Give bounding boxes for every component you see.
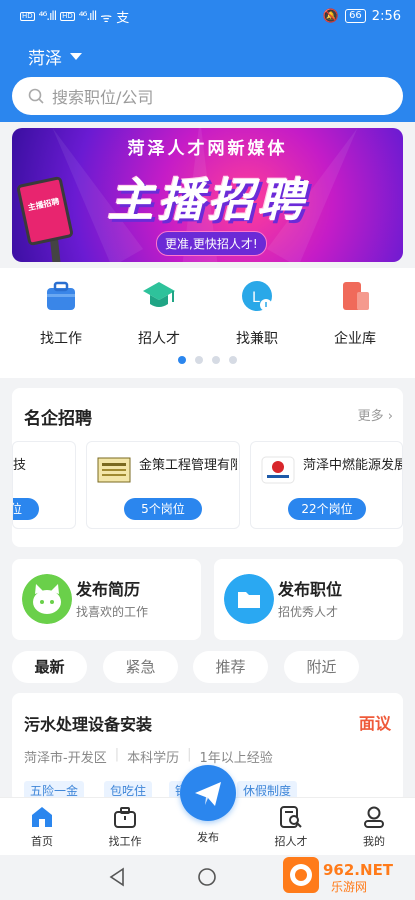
company-card[interactable]: 技 位: [12, 441, 76, 529]
quick-link-company-library[interactable]: 企业库: [315, 278, 395, 348]
more-link[interactable]: 更多 ›: [358, 405, 393, 424]
company-name: 金策工程管理有限: [139, 458, 237, 473]
city-label: 菏泽: [28, 49, 62, 69]
search-icon: [28, 88, 44, 104]
grad-cap-icon: [143, 282, 175, 307]
job-education: 本科学历: [127, 751, 180, 766]
publish-subtitle: 招优秀人才: [278, 605, 339, 619]
watermark-sub: 乐游网: [331, 880, 367, 894]
company-logo: [261, 456, 295, 484]
company-name: 菏泽中燃能源发展: [303, 458, 403, 473]
tab-label: 我的: [363, 835, 385, 848]
signal-icon-1: ⁴⁶.ıll: [38, 9, 57, 23]
banner-slogan: 更准,更快招人才!: [156, 231, 267, 256]
battery-icon: 66: [345, 9, 366, 23]
tab-latest[interactable]: 最新: [12, 651, 87, 683]
gimbal-stick: [49, 237, 63, 262]
tab-recruit[interactable]: 招人才: [256, 804, 326, 849]
chevron-down-icon: [70, 53, 82, 60]
parttime-icon: L: [242, 281, 272, 311]
company-jobs-button[interactable]: 5个岗位: [124, 498, 202, 520]
resume-icon: [22, 574, 72, 624]
quick-link-label: 找兼职: [236, 331, 278, 347]
quick-link-label: 招人才: [138, 331, 180, 347]
publish-job-card[interactable]: 发布职位 招优秀人才: [214, 559, 403, 640]
hd-badge-1: HD: [20, 11, 35, 21]
quick-link-find-job[interactable]: 找工作: [21, 278, 101, 348]
publish-subtitle: 找喜欢的工作: [76, 605, 149, 619]
job-title: 污水处理设备安装: [24, 715, 153, 734]
company-logo: [97, 457, 131, 483]
carousel-indicator: [0, 356, 415, 364]
company-card[interactable]: 菏泽中燃能源发展 22个岗位: [250, 441, 403, 529]
section-title: 名企招聘: [24, 409, 92, 429]
tab-label: 招人才: [274, 835, 308, 848]
status-bar: HD ⁴⁶.ıll HD ⁴⁶.ıll ᯤ 支 🔕 66 2:56: [0, 0, 415, 32]
tab-recommended[interactable]: 推荐: [193, 651, 268, 683]
publish-resume-card[interactable]: 发布简历 找喜欢的工作: [12, 559, 201, 640]
company-name: 技: [13, 458, 27, 473]
carousel-dot[interactable]: [178, 356, 186, 364]
job-experience: 1年以上经验: [199, 751, 273, 766]
carousel-dot[interactable]: [212, 356, 220, 364]
job-salary: 面议: [358, 714, 391, 733]
company-card[interactable]: 金策工程管理有限 5个岗位: [86, 441, 240, 529]
search-input[interactable]: 搜索职位/公司: [12, 77, 403, 115]
mute-icon: 🔕: [322, 8, 340, 24]
banner-line1: 菏泽人才网新媒体: [127, 139, 288, 159]
signal-icon-2: ⁴⁶.ıll: [78, 9, 97, 23]
folder-icon: [224, 574, 274, 624]
send-icon: [195, 782, 221, 806]
home-button-icon[interactable]: [197, 867, 217, 887]
publish-fab[interactable]: [180, 765, 236, 821]
tab-mine[interactable]: 我的: [339, 804, 409, 849]
back-icon[interactable]: [108, 867, 128, 887]
tab-nearby[interactable]: 附近: [284, 651, 359, 683]
watermark-logo: 962.NET 乐游网: [283, 857, 394, 894]
quick-link-label: 找工作: [40, 331, 82, 347]
publish-title: 发布职位: [278, 580, 343, 599]
tab-urgent[interactable]: 紧急: [103, 651, 178, 683]
quick-link-label: 企业库: [334, 331, 376, 347]
hd-badge-2: HD: [60, 11, 75, 21]
job-location: 菏泽市-开发区: [24, 751, 107, 766]
briefcase-icon: [114, 807, 136, 828]
home-icon: [32, 807, 52, 827]
carousel-dot[interactable]: [195, 356, 203, 364]
tab-find-job[interactable]: 找工作: [90, 804, 160, 849]
tab-home[interactable]: 首页: [7, 804, 77, 849]
city-selector[interactable]: 菏泽: [28, 44, 82, 69]
briefcase-icon: [47, 281, 75, 310]
tab-label: 找工作: [108, 835, 142, 848]
building-icon: [343, 282, 369, 310]
search-doc-icon: [280, 806, 302, 828]
company-jobs-button[interactable]: 22个岗位: [288, 498, 366, 520]
search-placeholder: 搜索职位/公司: [52, 88, 154, 107]
profile-icon: [364, 806, 384, 828]
more-label: 更多: [357, 409, 384, 424]
publish-title: 发布简历: [76, 580, 141, 599]
quick-link-parttime[interactable]: L 找兼职: [217, 278, 297, 348]
carousel-dot[interactable]: [229, 356, 237, 364]
tab-label: 首页: [31, 835, 53, 848]
tab-label: 发布: [197, 831, 219, 844]
promo-banner[interactable]: 菏泽人才网新媒体 主播招聘 主播招聘 更准,更快招人才!: [12, 128, 403, 262]
company-jobs-button[interactable]: 位: [13, 498, 39, 520]
wifi-icon: ᯤ 支: [100, 10, 130, 26]
clock: 2:56: [371, 8, 401, 24]
svg-text:L: L: [252, 290, 260, 306]
quick-link-recruit[interactable]: 招人才: [119, 278, 199, 348]
job-meta: 菏泽市-开发区 | 本科学历 | 1年以上经验: [24, 747, 273, 766]
watermark-text: 962.NET: [323, 861, 394, 879]
